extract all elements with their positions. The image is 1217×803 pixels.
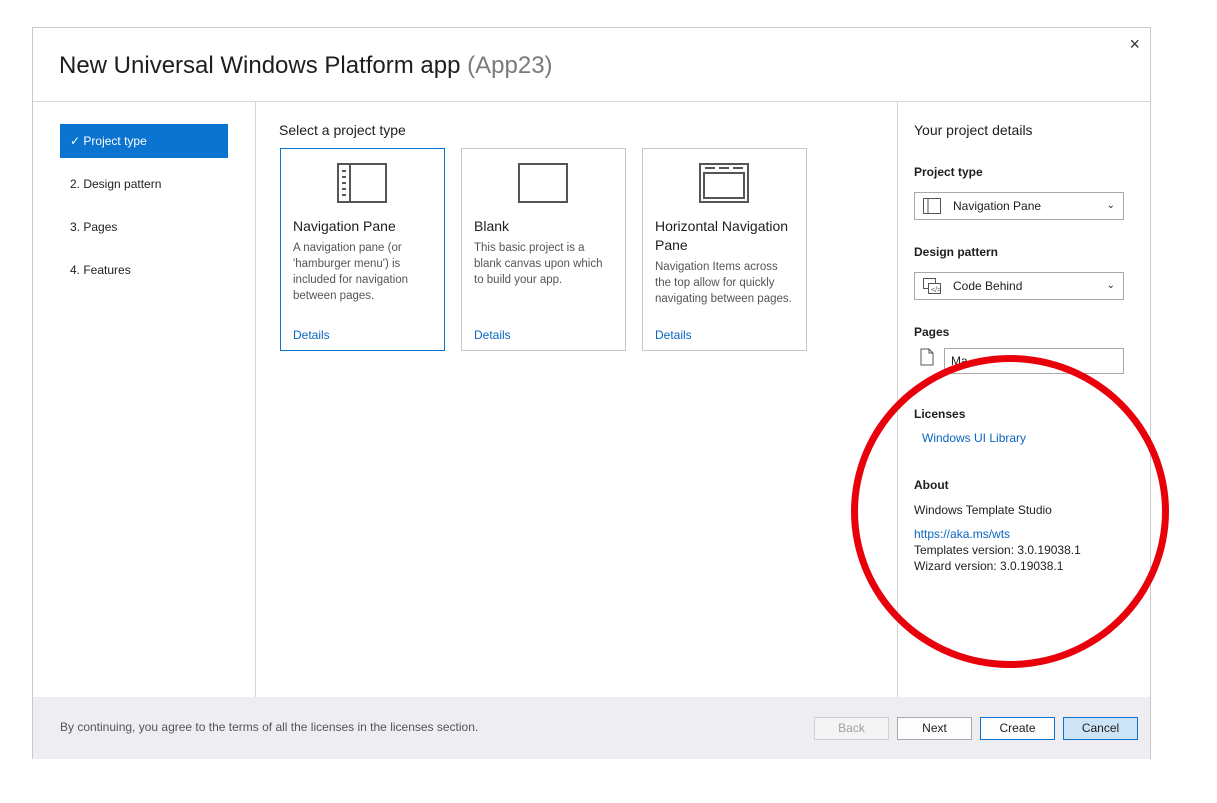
card-details-link[interactable]: Details bbox=[655, 328, 692, 342]
card-name: Navigation Pane bbox=[293, 218, 396, 234]
card-description: A navigation pane (or 'hamburger menu') … bbox=[293, 242, 409, 302]
wizard-version: Wizard version: 3.0.19038.1 bbox=[914, 559, 1064, 573]
project-type-select[interactable]: Navigation Pane ⌄ bbox=[914, 192, 1124, 220]
project-type-panel: Select a project type Navigation Pane A … bbox=[256, 102, 898, 697]
card-details-link[interactable]: Details bbox=[293, 328, 330, 342]
pages-label: Pages bbox=[914, 325, 950, 339]
project-type-value: Navigation Pane bbox=[953, 199, 1042, 213]
project-type-label: Project type bbox=[914, 165, 983, 179]
navigation-pane-icon bbox=[337, 163, 387, 203]
license-link[interactable]: Windows UI Library bbox=[922, 431, 1026, 445]
about-label: About bbox=[914, 478, 949, 492]
dialog-footer: By continuing, you agree to the terms of… bbox=[33, 697, 1150, 759]
license-agreement-text: By continuing, you agree to the terms of… bbox=[60, 720, 479, 734]
dialog-title: New Universal Windows Platform app (App2… bbox=[59, 52, 553, 80]
design-pattern-label: Design pattern bbox=[914, 245, 999, 259]
card-blank[interactable]: Blank This basic project is a blank canv… bbox=[461, 148, 626, 351]
blank-icon bbox=[518, 163, 568, 203]
chevron-down-icon: ⌄ bbox=[1106, 200, 1115, 211]
step-pages[interactable]: 3. Pages bbox=[60, 210, 228, 244]
step-features[interactable]: 4. Features bbox=[60, 253, 228, 287]
step-project-type[interactable]: ✓ Project type bbox=[60, 124, 228, 158]
about-name: Windows Template Studio bbox=[914, 503, 1052, 517]
section-title: Select a project type bbox=[279, 122, 406, 138]
create-button[interactable]: Create bbox=[980, 717, 1055, 740]
card-description: Navigation Items across the top allow fo… bbox=[655, 261, 792, 305]
page-icon bbox=[920, 348, 934, 366]
svg-text:</>: </> bbox=[931, 287, 941, 294]
about-link[interactable]: https://aka.ms/wts bbox=[914, 527, 1010, 541]
design-pattern-value: Code Behind bbox=[953, 279, 1023, 293]
licenses-label: Licenses bbox=[914, 407, 966, 421]
new-uwp-app-dialog: × New Universal Windows Platform app (Ap… bbox=[32, 27, 1151, 759]
design-pattern-select[interactable]: </> Code Behind ⌄ bbox=[914, 272, 1124, 300]
cancel-button[interactable]: Cancel bbox=[1063, 717, 1138, 740]
code-behind-icon: </> bbox=[923, 278, 941, 294]
card-description: This basic project is a blank canvas upo… bbox=[474, 242, 603, 286]
chevron-down-icon: ⌄ bbox=[1106, 280, 1115, 291]
details-heading: Your project details bbox=[914, 122, 1033, 138]
page-name-input[interactable]: Ma bbox=[944, 348, 1124, 374]
wizard-steps: ✓ Project type 2. Design pattern 3. Page… bbox=[33, 102, 256, 697]
card-navigation-pane[interactable]: Navigation Pane A navigation pane (or 'h… bbox=[280, 148, 445, 351]
horizontal-navigation-icon bbox=[699, 163, 749, 203]
card-details-link[interactable]: Details bbox=[474, 328, 511, 342]
card-horizontal-navigation-pane[interactable]: Horizontal Navigation Pane Navigation It… bbox=[642, 148, 807, 351]
back-button[interactable]: Back bbox=[814, 717, 889, 740]
navigation-pane-icon bbox=[923, 198, 941, 214]
card-name: Horizontal Navigation Pane bbox=[655, 218, 789, 253]
project-details-panel: Your project details Project type Naviga… bbox=[898, 102, 1150, 697]
step-design-pattern[interactable]: 2. Design pattern bbox=[60, 167, 228, 201]
close-icon[interactable]: × bbox=[1129, 34, 1140, 55]
dialog-title-text: New Universal Windows Platform app bbox=[59, 52, 461, 79]
next-button[interactable]: Next bbox=[897, 717, 972, 740]
templates-version: Templates version: 3.0.19038.1 bbox=[914, 543, 1081, 557]
card-name: Blank bbox=[474, 218, 510, 234]
dialog-subtitle: (App23) bbox=[467, 52, 553, 79]
